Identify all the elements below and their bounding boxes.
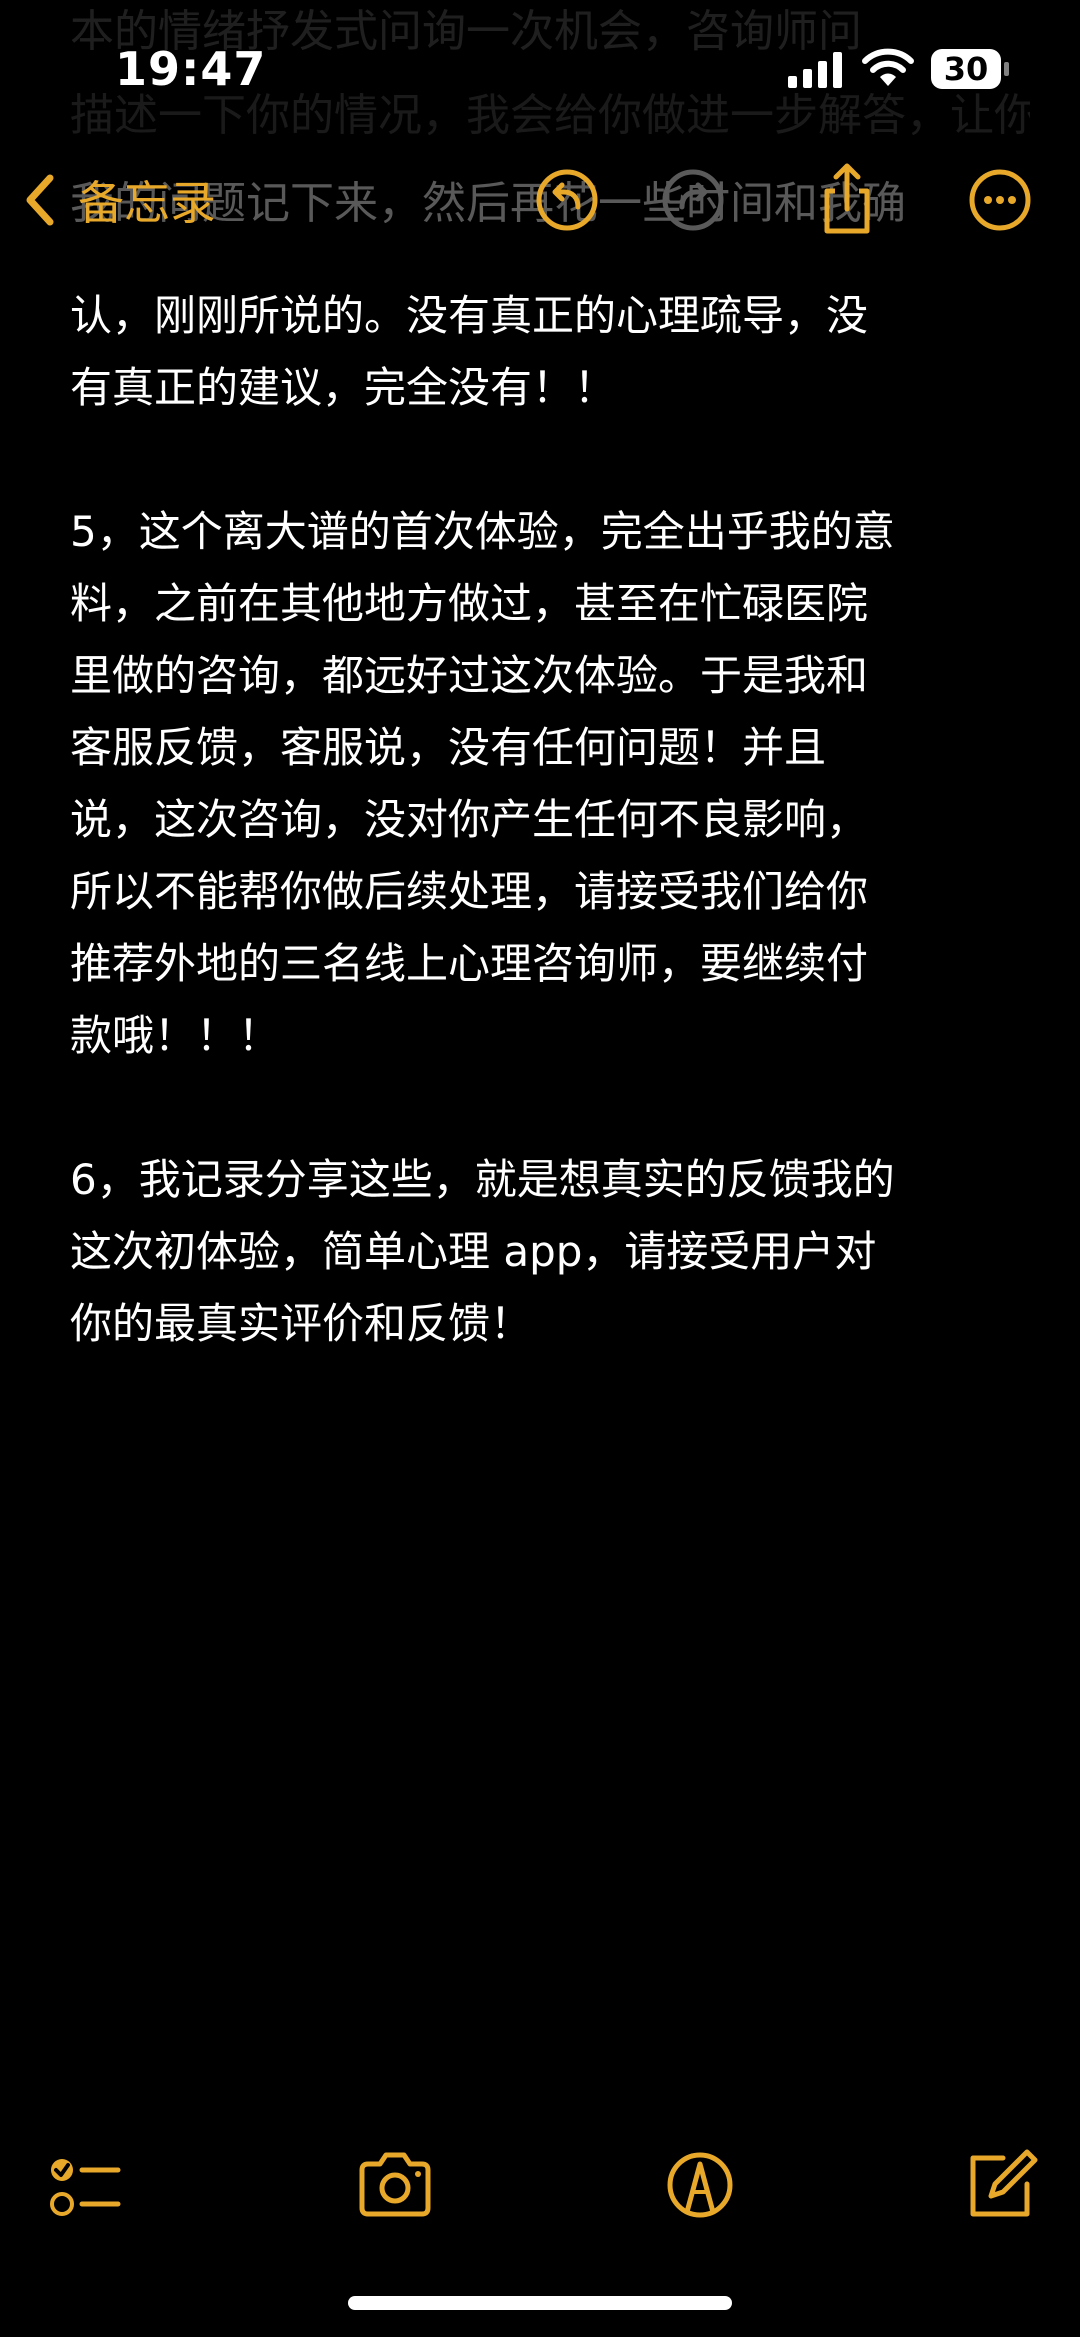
markup-icon[interactable]	[655, 2140, 745, 2230]
paragraph: 5，这个离大谱的首次体验，完全出乎我的意 料，之前在其他地方做过，甚至在忙碌医院…	[70, 496, 1030, 1072]
note-line: 所以不能帮你做后续处理，请接受我们给你	[70, 867, 869, 916]
note-line: 5，这个离大谱的首次体验，完全出乎我的意	[70, 507, 895, 556]
note-content[interactable]: 认，刚刚所说的。没有真正的心理疏导，没 有真正的建议，完全没有！！ 5，这个离大…	[70, 280, 1030, 1360]
wifi-icon	[862, 48, 914, 86]
note-line: 客服反馈，客服说，没有任何问题！并且	[70, 723, 827, 772]
notes-screen: 本的情绪抒发式问询一次机会，咨询师问 描述一下你的情况，我会给你做进一步解答，让…	[0, 0, 1080, 2337]
signal-icon	[788, 52, 842, 88]
compose-icon[interactable]	[955, 2140, 1045, 2230]
note-line: 款哦！！！	[70, 1011, 281, 1060]
note-line: 里做的咨询，都远好过这次体验。于是我和	[70, 651, 869, 700]
home-indicator[interactable]	[348, 2296, 732, 2310]
undo-icon[interactable]	[524, 157, 610, 243]
note-line: 这次初体验，简单心理 app，请接受用户对	[70, 1227, 877, 1276]
chevron-left-icon	[26, 174, 54, 226]
camera-icon[interactable]	[350, 2140, 440, 2230]
share-icon[interactable]	[804, 157, 890, 243]
back-label: 备忘录	[78, 176, 216, 230]
note-line: 6，我记录分享这些，就是想真实的反馈我的	[70, 1155, 895, 1204]
note-line: 你的最真实评价和反馈！	[70, 1299, 533, 1348]
navigation-bar: 备忘录	[0, 140, 1080, 260]
note-line: 认，刚刚所说的。没有真正的心理疏导，没	[70, 291, 869, 340]
status-bar: 19:47 30	[0, 0, 1080, 140]
paragraph: 6，我记录分享这些，就是想真实的反馈我的 这次初体验，简单心理 app，请接受用…	[70, 1144, 1030, 1360]
status-time: 19:47	[115, 42, 267, 96]
note-line: 推荐外地的三名线上心理咨询师，要继续付	[70, 939, 869, 988]
paragraph: 认，刚刚所说的。没有真正的心理疏导，没 有真正的建议，完全没有！！	[70, 280, 1030, 424]
bottom-toolbar	[0, 2130, 1080, 2240]
more-icon[interactable]	[957, 157, 1043, 243]
note-line: 有真正的建议，完全没有！！	[70, 363, 617, 412]
back-button[interactable]: 备忘录	[20, 155, 216, 245]
redo-icon[interactable]	[650, 157, 736, 243]
note-line: 说，这次咨询，没对你产生任何不良影响，	[70, 795, 869, 844]
battery-level: 30	[943, 50, 989, 88]
note-line: 料，之前在其他地方做过，甚至在忙碌医院	[70, 579, 869, 628]
checklist-icon[interactable]	[40, 2140, 130, 2230]
